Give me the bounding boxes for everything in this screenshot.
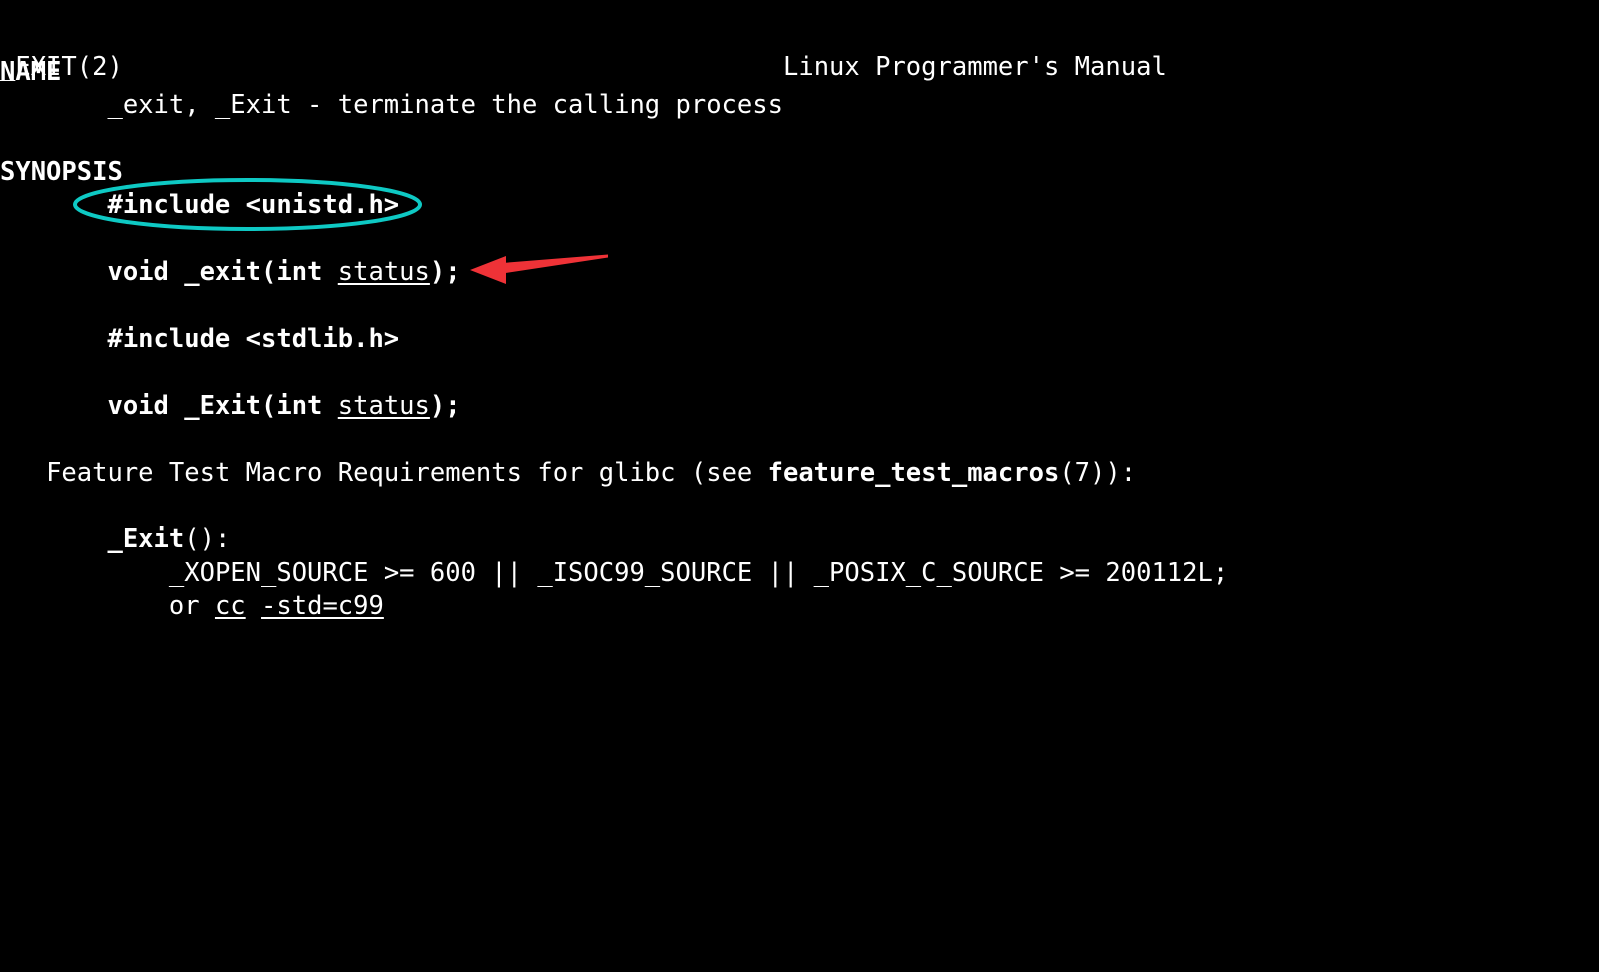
macro-indent	[0, 558, 169, 588]
proto-indent	[0, 257, 107, 287]
compiler-cc-underlined: cc	[214, 591, 246, 621]
proto-Exit-indent	[0, 391, 107, 421]
ftm-prefix: Feature Test Macro Requirements for glib…	[46, 458, 768, 488]
compiler-std-flag-underlined: -std=c99	[261, 591, 384, 621]
feature-macro-expression-line: _XOPEN_SOURCE >= 600 || _ISOC99_SOURCE |…	[0, 557, 1599, 591]
or-word: or	[168, 591, 215, 621]
feature-test-macro-line: Feature Test Macro Requirements for glib…	[0, 457, 1599, 491]
man-header-line: _EXIT(2) Linux Programmer's Manual	[0, 0, 1599, 82]
section-body-name: _exit, _Exit - terminate the calling pro…	[0, 89, 1599, 123]
exit-macro-label-line: _Exit():	[0, 523, 1599, 557]
include-indent	[0, 190, 107, 220]
section-heading-synopsis: SYNOPSIS	[0, 157, 123, 187]
proto-exit-tail: );	[429, 257, 461, 287]
or-indent	[0, 591, 169, 621]
name-indent	[0, 90, 107, 120]
synopsis-include-stdlib-line: #include <stdlib.h>	[0, 323, 1599, 357]
exit-label-bold: _Exit	[107, 524, 185, 554]
macro-expression: _XOPEN_SOURCE >= 600 || _ISOC99_SOURCE |…	[168, 558, 1229, 588]
synopsis-include-unistd-line: #include <unistd.h>	[0, 189, 1599, 223]
ftm-indent	[0, 458, 46, 488]
name-description: _exit, _Exit - terminate the calling pro…	[107, 90, 783, 120]
exit-label-rest: ():	[184, 524, 231, 554]
exit-label-indent	[0, 524, 107, 554]
synopsis-proto-Exit-line: void _Exit(int status);	[0, 390, 1599, 424]
proto-Exit-tail: );	[429, 391, 461, 421]
include-stdlib-indent	[0, 324, 107, 354]
proto-exit-signature: void _exit(int	[107, 257, 338, 287]
proto-exit-param: status	[337, 257, 430, 287]
or-gap	[246, 591, 261, 621]
include-stdlib-text: #include <stdlib.h>	[107, 324, 400, 354]
include-unistd-text: #include <unistd.h>	[107, 190, 400, 220]
proto-Exit-param: status	[337, 391, 430, 421]
compiler-flag-line: or cc -std=c99	[0, 590, 1599, 624]
section-heading-name: NAME	[0, 57, 62, 87]
terminal-man-page: _EXIT(2) Linux Programmer's Manual NAME …	[0, 0, 1599, 659]
synopsis-proto-exit-line: void _exit(int status);	[0, 256, 1599, 290]
proto-Exit-signature: void _Exit(int	[107, 391, 338, 421]
ftm-reference-bold: feature_test_macros	[767, 458, 1060, 488]
ftm-suffix: (7)):	[1059, 458, 1137, 488]
